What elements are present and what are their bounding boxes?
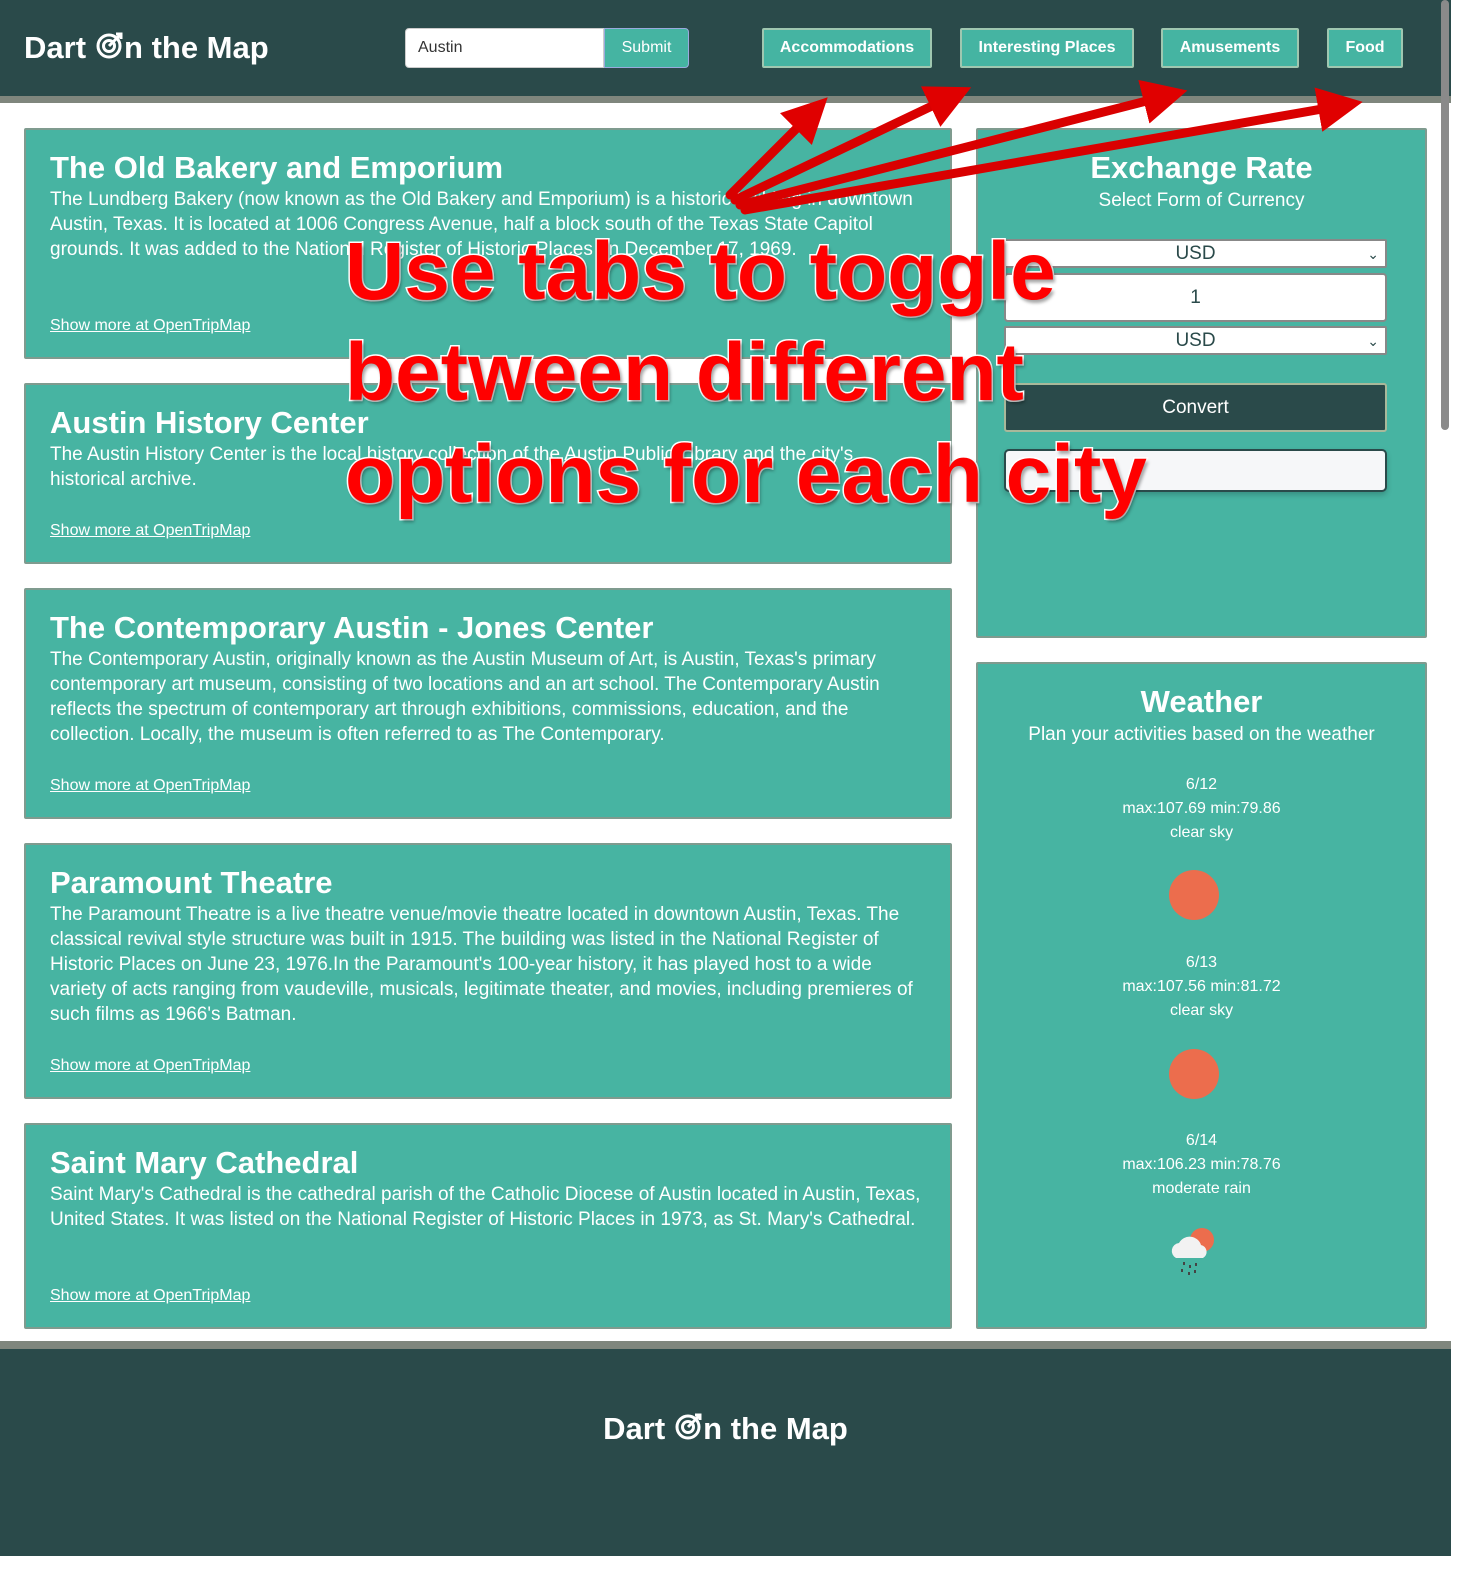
show-more-link[interactable]: Show more at OpenTripMap (50, 522, 250, 540)
from-currency-select[interactable]: USD ⌄ (1004, 239, 1387, 268)
place-description: Saint Mary's Cathedral is the cathedral … (50, 1184, 921, 1230)
place-description: The Paramount Theatre is a live theatre … (50, 904, 913, 1025)
place-title: Saint Mary Cathedral (50, 1145, 359, 1180)
show-more-link[interactable]: Show more at OpenTripMap (50, 777, 250, 795)
from-currency-value: USD (1175, 243, 1216, 264)
weather-card: Weather Plan your activities based on th… (976, 662, 1427, 1329)
forecast-day: 6/12 max:107.69 min:79.86 clear sky (978, 773, 1425, 845)
footer-logo: Dart n the Map (0, 1411, 1451, 1447)
submit-button[interactable]: Submit (604, 28, 689, 68)
search-form: Submit (405, 28, 689, 68)
place-description: The Austin History Center is the local h… (50, 444, 854, 490)
sun-icon (1169, 870, 1219, 920)
weather-subtitle: Plan your activities based on the weathe… (1028, 724, 1375, 745)
place-description: The Lundberg Bakery (now known as the Ol… (50, 189, 913, 260)
exchange-rate-card: Exchange Rate Select Form of Currency US… (976, 128, 1427, 638)
logo-text: Dart (603, 1411, 666, 1446)
rain-cloud-sun-icon (1171, 1228, 1214, 1275)
forecast-temps: max:107.69 min:79.86 (1122, 800, 1281, 817)
forecast-date: 6/12 (1185, 776, 1218, 793)
place-card: Saint Mary Cathedral Saint Mary's Cathedr… (24, 1123, 952, 1329)
conversion-result (1004, 449, 1387, 492)
place-card: The Old Bakery and Emporium The Lundberg … (24, 128, 952, 359)
tab-food[interactable]: Food (1327, 28, 1403, 68)
scrollbar[interactable] (1441, 0, 1449, 430)
tab-interesting-places[interactable]: Interesting Places (960, 28, 1134, 68)
logo-text: Dart (24, 30, 87, 65)
tab-accommodations[interactable]: Accommodations (762, 28, 932, 68)
place-title: The Contemporary Austin - Jones Center (50, 610, 654, 645)
forecast-date: 6/13 (1185, 954, 1218, 971)
forecast-desc: clear sky (1169, 1002, 1234, 1019)
to-currency-value: USD (1175, 330, 1216, 351)
place-card: Paramount Theatre The Paramount Theatre i… (24, 843, 952, 1099)
logo-text-rest: n the Map (124, 30, 269, 65)
logo[interactable]: Dart n the Map (24, 30, 269, 66)
forecast-desc: clear sky (1169, 824, 1234, 841)
header: Dart n the Map Submit Accommodations Int… (0, 0, 1451, 103)
show-more-link[interactable]: Show more at OpenTripMap (50, 317, 250, 335)
forecast-desc: moderate rain (1152, 1180, 1251, 1197)
place-card: Austin History Center The Austin History … (24, 383, 952, 564)
logo-text-rest: n the Map (703, 1411, 848, 1446)
forecast-day: 6/13 max:107.56 min:81.72 clear sky (978, 951, 1425, 1023)
amount-input[interactable]: 1 (1004, 273, 1387, 322)
chevron-down-icon: ⌄ (1367, 333, 1379, 349)
forecast-temps: max:107.56 min:81.72 (1122, 978, 1281, 995)
place-description: The Contemporary Austin, originally know… (50, 649, 880, 745)
dart-target-icon (675, 1413, 702, 1440)
place-title: Austin History Center (50, 405, 369, 440)
chevron-down-icon: ⌄ (1367, 246, 1379, 262)
sun-icon (1169, 1049, 1219, 1099)
forecast-temps: max:106.23 min:78.76 (1122, 1156, 1281, 1173)
place-title: Paramount Theatre (50, 865, 333, 900)
weather-title: Weather (1140, 684, 1263, 719)
dart-target-icon (96, 32, 123, 59)
exchange-subtitle: Select Form of Currency (1098, 190, 1305, 211)
page: Dart n the Map Submit Accommodations Int… (0, 0, 1451, 1573)
show-more-link[interactable]: Show more at OpenTripMap (50, 1057, 250, 1075)
place-card: The Contemporary Austin - Jones Center Th… (24, 588, 952, 819)
show-more-link[interactable]: Show more at OpenTripMap (50, 1287, 250, 1305)
forecast-day: 6/14 max:106.23 min:78.76 moderate rain (978, 1129, 1425, 1201)
forecast-date: 6/14 (1185, 1132, 1218, 1149)
exchange-title: Exchange Rate (1090, 150, 1313, 185)
place-title: The Old Bakery and Emporium (50, 150, 504, 185)
convert-button[interactable]: Convert (1004, 383, 1387, 432)
footer: Dart n the Map (0, 1341, 1451, 1556)
tab-amusements[interactable]: Amusements (1161, 28, 1299, 68)
city-search-input[interactable] (405, 28, 604, 68)
to-currency-select[interactable]: USD ⌄ (1004, 326, 1387, 355)
